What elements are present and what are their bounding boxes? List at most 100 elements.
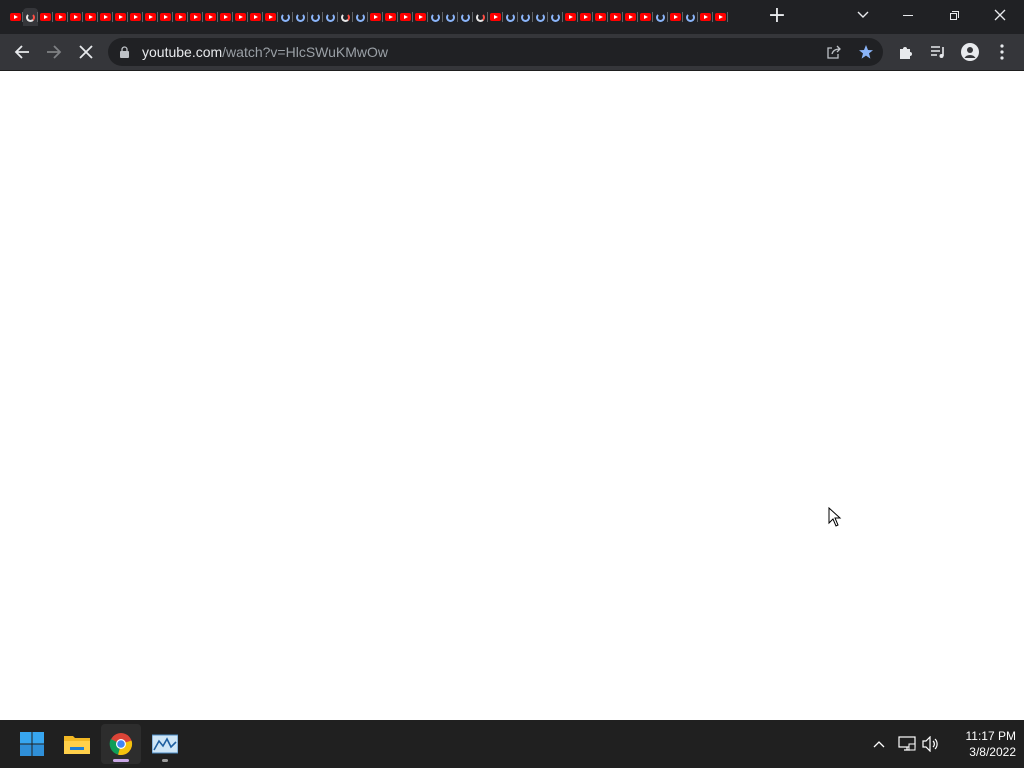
browser-tab[interactable] [698,8,713,26]
page-content[interactable] [0,71,1024,720]
browser-tab[interactable] [383,8,398,26]
browser-tab[interactable] [158,8,173,26]
youtube-favicon-icon [580,13,591,21]
browser-tab[interactable] [503,8,518,26]
browser-tab[interactable] [8,8,23,26]
restore-button[interactable] [931,0,977,30]
browser-tab[interactable] [353,8,368,26]
browser-tab[interactable] [98,8,113,26]
volume-button[interactable] [921,734,941,754]
browser-tab[interactable] [638,8,653,26]
mouse-cursor-icon [828,507,842,527]
lock-icon[interactable] [120,46,129,58]
loading-spinner-icon [506,12,515,22]
volume-icon [922,736,938,752]
browser-tab[interactable] [143,8,158,26]
browser-tab[interactable] [488,8,503,26]
star-icon [859,45,873,59]
file-explorer-button[interactable] [57,724,97,764]
address-bar[interactable]: youtube.com/watch?v=HlcSWuKMwOw [108,38,883,66]
browser-tab[interactable] [713,8,728,26]
profile-button[interactable] [956,38,984,66]
browser-tab[interactable] [338,8,353,26]
browser-tab[interactable] [563,8,578,26]
browser-tab[interactable] [623,8,638,26]
stop-loading-button[interactable] [72,38,100,66]
browser-tab[interactable] [113,8,128,26]
browser-tab[interactable] [263,8,278,26]
youtube-favicon-icon [220,13,231,21]
browser-tab[interactable] [683,8,698,26]
browser-tab[interactable] [518,8,533,26]
extensions-button[interactable] [892,38,920,66]
browser-tab[interactable] [233,8,248,26]
browser-tab[interactable] [653,8,668,26]
browser-tab[interactable] [728,8,730,26]
browser-tab[interactable] [128,8,143,26]
browser-tab[interactable] [248,8,263,26]
back-button[interactable] [8,38,36,66]
browser-tab[interactable] [458,8,473,26]
loading-spinner-icon [296,12,305,22]
browser-tab[interactable] [668,8,683,26]
browser-tab[interactable] [53,8,68,26]
loading-spinner-icon [656,12,665,22]
browser-tab[interactable] [368,8,383,26]
youtube-favicon-icon [85,13,96,21]
share-button[interactable] [820,38,848,66]
resource-monitor-button[interactable] [145,724,185,764]
browser-tab[interactable] [593,8,608,26]
chrome-taskbar-button[interactable] [101,724,141,764]
browser-tab[interactable] [548,8,563,26]
taskbar: 11:17 PM 3/8/2022 [0,720,1024,768]
browser-tab[interactable] [398,8,413,26]
browser-tab[interactable] [608,8,623,26]
browser-tab[interactable] [578,8,593,26]
media-control-button[interactable] [924,38,952,66]
show-hidden-icons-button[interactable] [869,734,889,754]
youtube-favicon-icon [715,13,726,21]
file-explorer-icon [64,736,90,754]
browser-tab[interactable] [173,8,188,26]
browser-tab[interactable] [218,8,233,26]
loading-spinner-icon [536,12,545,22]
new-tab-button[interactable]: + [766,5,788,28]
loading-spinner-icon [461,12,470,22]
bookmark-button[interactable] [852,38,880,66]
browser-tab[interactable] [473,8,488,26]
loading-spinner-icon [551,12,560,22]
browser-tab[interactable] [533,8,548,26]
browser-tab[interactable] [203,8,218,26]
browser-tab[interactable] [68,8,83,26]
browser-tab[interactable] [278,8,293,26]
browser-tab[interactable] [23,8,38,26]
minimize-button[interactable] [885,0,931,30]
start-button[interactable] [12,724,52,764]
browser-tab[interactable] [443,8,458,26]
browser-tab[interactable] [38,8,53,26]
browser-tab[interactable] [323,8,338,26]
youtube-favicon-icon [670,13,681,21]
browser-tab[interactable] [428,8,443,26]
url-text[interactable]: youtube.com/watch?v=HlcSWuKMwOw [142,38,388,66]
arrow-right-icon [47,45,62,59]
browser-menu-button[interactable] [988,38,1016,66]
browser-tab[interactable] [308,8,323,26]
kebab-menu-icon [1000,44,1004,60]
browser-tab[interactable] [413,8,428,26]
network-button[interactable] [897,734,917,754]
loading-spinner-icon [686,12,695,22]
youtube-favicon-icon [130,13,141,21]
loading-spinner-icon [26,12,35,22]
clock-date: 3/8/2022 [969,745,1016,759]
tab-strip: + [0,0,1024,34]
tab-search-button[interactable] [840,0,886,30]
close-window-button[interactable] [977,0,1023,30]
browser-tab[interactable] [83,8,98,26]
youtube-favicon-icon [55,13,66,21]
system-clock[interactable]: 11:17 PM 3/8/2022 [944,728,1016,760]
browser-tab[interactable] [293,8,308,26]
browser-tab[interactable] [188,8,203,26]
resource-monitor-icon [152,734,178,754]
forward-button[interactable] [40,38,68,66]
